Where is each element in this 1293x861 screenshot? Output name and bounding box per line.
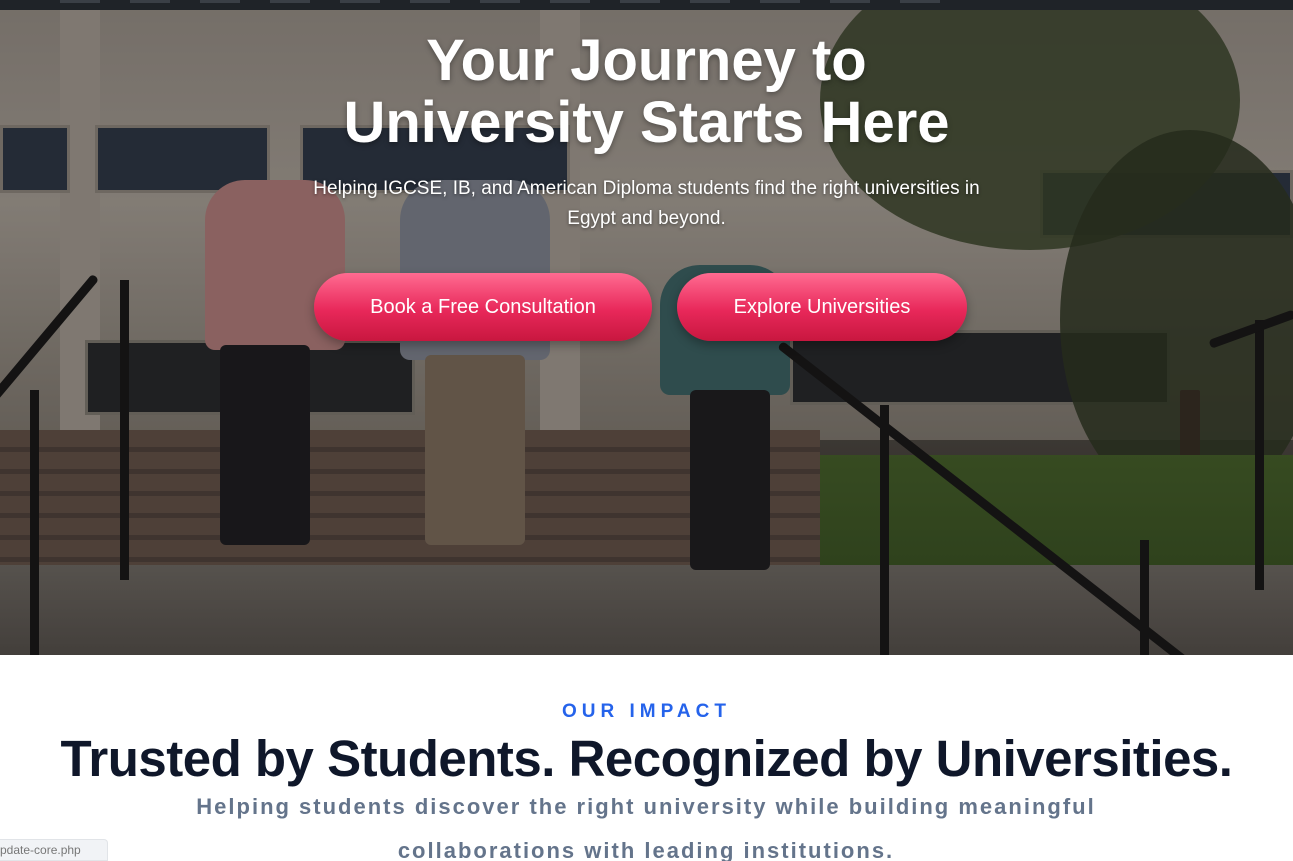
hero-title: Your Journey to University Starts Here — [343, 28, 950, 155]
hero-subtitle: Helping IGCSE, IB, and American Diploma … — [313, 178, 980, 229]
impact-section: OUR IMPACT Trusted by Students. Recogniz… — [0, 655, 1293, 861]
impact-title: Trusted by Students. Recognized by Unive… — [60, 730, 1233, 787]
browser-topbar — [0, 0, 1293, 10]
book-consultation-button[interactable]: Book a Free Consultation — [314, 273, 652, 341]
hero-content: Your Journey to University Starts Here H… — [0, 30, 1293, 234]
link-status-tooltip: pdate-core.php — [0, 839, 108, 861]
hero-section: Your Journey to University Starts Here H… — [0, 10, 1293, 655]
explore-universities-button[interactable]: Explore Universities — [677, 273, 967, 341]
impact-eyebrow: OUR IMPACT — [562, 701, 731, 722]
hero-cta-group: Book a Free Consultation Explore Univers… — [0, 273, 1293, 341]
impact-subtitle: Helping students discover the right univ… — [196, 794, 1096, 861]
